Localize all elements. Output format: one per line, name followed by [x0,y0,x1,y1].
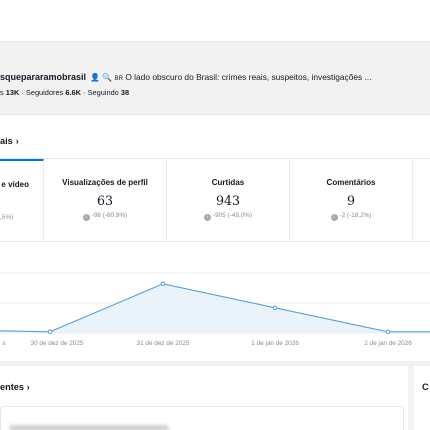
metric-video-views[interactable]: e vídeo ,5%) [0,159,44,242]
chart-svg: s 30 de dez de 2025 31 de dez de 2025 1 de … [0,272,430,347]
data-point[interactable] [272,305,278,311]
profile-stats: s 13K · Seguidores 6.6K · Seguindo 38 [0,88,130,97]
x-tick-label: 30 de dez de 2025 [31,340,84,347]
metric-profile-views[interactable]: Visualizações de perfil 63 ↓ -98 (-60,9%) [44,159,167,242]
followers-label: Seguidores [25,88,64,97]
right-panel-title: C [422,382,429,392]
magnifier-icon: 🔍 [102,73,113,82]
overview-title: ais [0,136,13,146]
latest-videos-panel: entes › [0,366,408,430]
profile-bio: O lado obscuro do Brasil: crimes reais, … [125,72,372,82]
profile-header: squepararamobrasil 👤 🔍 BR O lado obscuro … [0,64,430,110]
metric-delta: ↓ -98 (-60,9%) [44,212,166,221]
metric-likes[interactable]: Curtidas 943 ↓ -905 (-49,0%) [167,159,290,242]
profile-username[interactable]: squepararamobrasil [0,72,86,82]
overview-card: ais › e vídeo ,5%) Visualizações de perfi… [0,114,430,361]
metric-delta: ↓ -905 (-49,0%) [167,212,289,221]
metric-comments[interactable]: Comentários 9 ↓ -2 (-18,2%) [290,159,413,242]
blurred-text [9,425,169,430]
down-arrow-icon: ↓ [203,214,211,221]
followers-value: 6.6K [65,88,81,97]
following-label: Seguindo [87,88,119,97]
detective-icon: 👤 [90,73,101,82]
right-panel: C [414,366,430,430]
latest-title: entes [0,382,25,392]
metric-label: e vídeo [1,180,29,189]
chevron-right-icon: › [15,136,19,146]
likes-value: 13K [5,88,20,97]
metric-value: 63 [96,193,114,208]
metric-value: 9 [346,193,355,208]
metric-label: Comentários [326,178,376,187]
metrics-row: e vídeo ,5%) Visualizações de perfil 63 … [0,158,430,242]
video-list-item[interactable] [0,406,404,430]
metric-value: 943 [215,193,241,208]
flag-label: BR [114,76,123,82]
overview-title-link[interactable]: ais › [0,136,19,146]
metric-label: Curtidas [211,178,245,187]
data-point[interactable] [47,329,53,335]
x-tick-label: s [2,340,5,347]
metric-delta: ↓ -2 (-18,2%) [290,212,412,221]
down-arrow-icon: ↓ [330,214,338,221]
x-tick-label: 31 de dez de 2025 [137,340,190,347]
likes-label: s [0,88,4,97]
metric-label: Visualizações de perfil [62,178,148,187]
down-arrow-icon: ↓ [82,214,90,221]
metric-delta: ,5%) [0,214,14,221]
x-tick-label: 2 de jan de 2026 [364,340,412,347]
data-point[interactable] [385,329,391,335]
data-point[interactable] [160,281,166,287]
chevron-right-icon: › [26,382,30,392]
profile-info-line: squepararamobrasil 👤 🔍 BR O lado obscuro … [0,72,430,82]
latest-title-link[interactable]: entes › [0,382,30,392]
x-tick-label: 1 de jan de 2026 [251,340,299,347]
following-value: 38 [120,88,130,97]
top-bar [0,0,430,42]
views-chart: s 30 de dez de 2025 31 de dez de 2025 1 de … [0,265,430,355]
